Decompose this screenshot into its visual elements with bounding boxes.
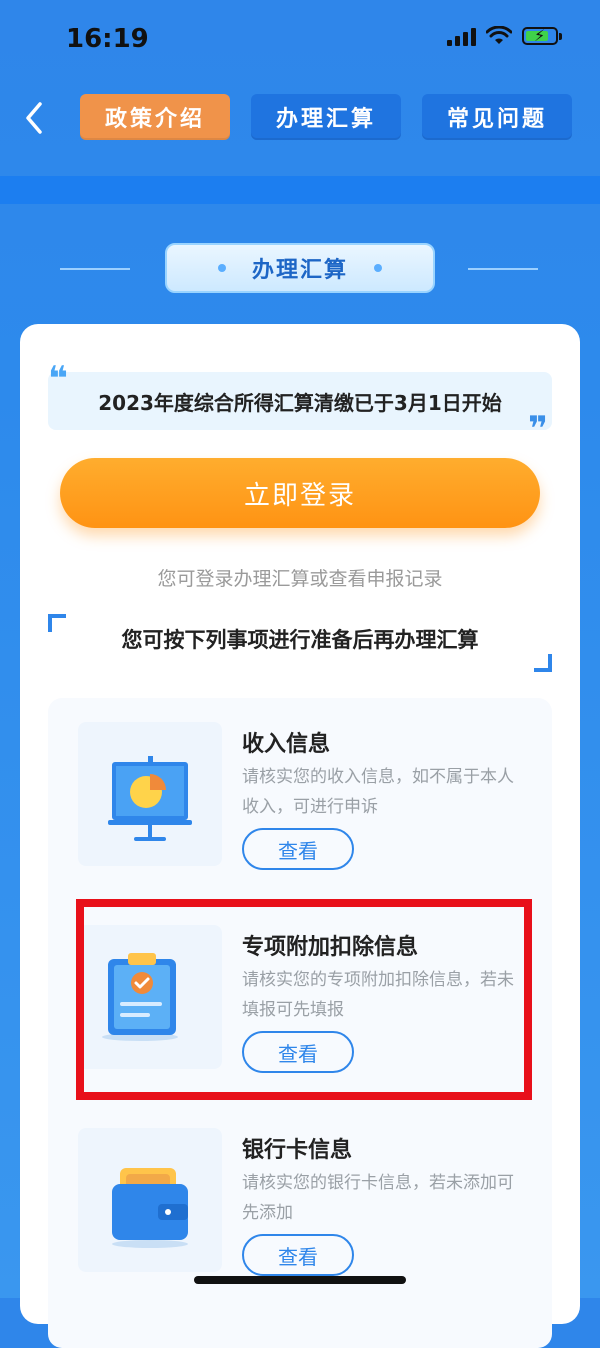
back-icon[interactable]: [20, 98, 50, 138]
section-title: 办理汇算: [251, 258, 348, 283]
corner-bracket-icon: [534, 654, 552, 672]
presentation-chart-icon: [78, 722, 222, 866]
header-divider: [0, 176, 600, 204]
open-quote-icon: ❝: [48, 359, 68, 399]
divider-right: [468, 268, 538, 270]
list-item-income: 收入信息 请核实您的收入信息，如不属于本人收入，可进行申诉 查看: [78, 722, 538, 872]
view-income-button[interactable]: 查看: [242, 828, 354, 870]
status-icons: ⚡: [447, 26, 562, 46]
status-time: 16:19: [66, 24, 149, 54]
tab-handle-settlement[interactable]: 办理汇算: [251, 94, 401, 140]
signal-icon: [447, 26, 476, 46]
item-desc: 请核实您的银行卡信息，若未添加可先添加: [242, 1173, 514, 1223]
main-card: 2023年度综合所得汇算清缴已于3月1日开始 ❝ ❞ 立即登录 您可登录办理汇算…: [20, 324, 580, 1348]
status-bar: 16:19 ⚡: [0, 0, 600, 80]
notice-text: 2023年度综合所得汇算清缴已于3月1日开始: [98, 390, 502, 415]
item-desc: 请核实您的收入信息，如不属于本人收入，可进行申诉: [242, 767, 514, 817]
home-indicator: [194, 1276, 406, 1284]
section-header: 办理汇算: [0, 243, 600, 295]
list-item-bank-card: 银行卡信息 请核实您的银行卡信息，若未添加可先添加 查看: [78, 1128, 538, 1278]
close-quote-icon: ❞: [528, 409, 548, 449]
tab-faq[interactable]: 常见问题: [422, 94, 572, 140]
notice-banner: 2023年度综合所得汇算清缴已于3月1日开始: [48, 372, 552, 430]
header-nav: 政策介绍 办理汇算 常见问题: [0, 80, 600, 180]
view-bank-card-button[interactable]: 查看: [242, 1234, 354, 1276]
dot-icon: [217, 264, 226, 272]
battery-icon: ⚡: [522, 26, 562, 45]
item-title: 银行卡信息: [242, 1138, 353, 1163]
login-hint: 您可登录办理汇算或查看申报记录: [157, 568, 443, 590]
divider-left: [60, 268, 130, 270]
wallet-icon: [78, 1128, 222, 1272]
prep-title: 您可按下列事项进行准备后再办理汇算: [121, 628, 479, 652]
section-title-badge: 办理汇算: [165, 243, 435, 293]
item-title: 收入信息: [242, 732, 331, 757]
login-button[interactable]: 立即登录: [60, 458, 540, 528]
highlight-box: [76, 899, 532, 1100]
dot-icon: [374, 264, 382, 272]
tab-policy-intro[interactable]: 政策介绍: [80, 94, 230, 140]
wifi-icon: [486, 26, 512, 44]
